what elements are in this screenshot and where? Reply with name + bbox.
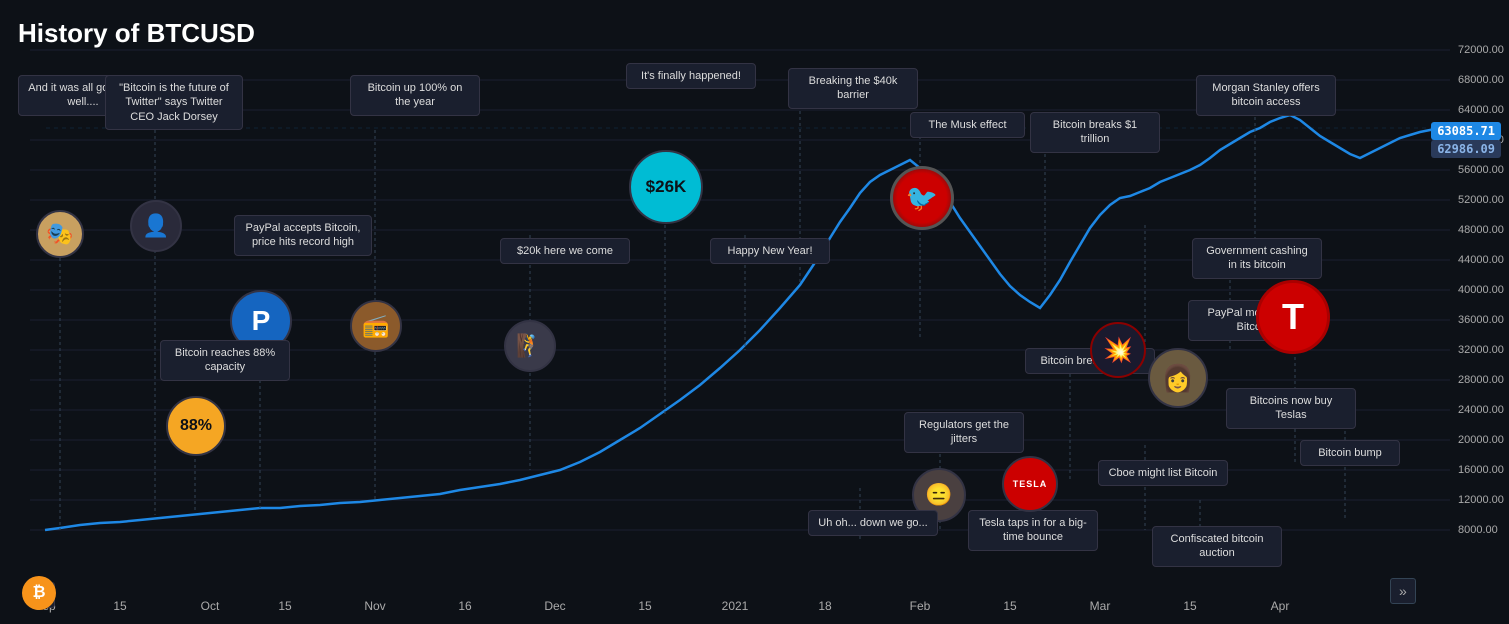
svg-text:48000.00: 48000.00: [1458, 224, 1504, 236]
annotation-circle-1: 🎭: [36, 210, 84, 258]
annotation-circle-gov: 👩: [1148, 348, 1208, 408]
current-price-label: 63085.71: [1431, 122, 1501, 140]
svg-text:15: 15: [638, 599, 652, 613]
svg-text:15: 15: [113, 599, 127, 613]
annotation-teslas: Bitcoins now buy Teslas: [1226, 388, 1356, 429]
svg-text:64000.00: 64000.00: [1458, 104, 1504, 116]
svg-text:40000.00: 40000.00: [1458, 284, 1504, 296]
annotation-paypal: PayPal accepts Bitcoin, price hits recor…: [234, 215, 372, 256]
chart-container: History of BTCUSD 72000.00 68000.00 6400…: [0, 0, 1509, 624]
annotation-confiscated: Confiscated bitcoin auction: [1152, 526, 1282, 567]
svg-text:52000.00: 52000.00: [1458, 194, 1504, 206]
svg-text:56000.00: 56000.00: [1458, 164, 1504, 176]
svg-text:72000.00: 72000.00: [1458, 44, 1504, 56]
svg-text:Mar: Mar: [1090, 599, 1111, 613]
annotation-circle-tesla2: T: [1256, 280, 1330, 354]
annotation-circle-climb: 🧗: [504, 320, 556, 372]
svg-text:8000.00: 8000.00: [1458, 524, 1498, 536]
svg-text:Feb: Feb: [910, 599, 931, 613]
svg-text:2021: 2021: [722, 599, 749, 613]
nav-forward-button[interactable]: »: [1390, 578, 1416, 604]
annotation-musk-effect: The Musk effect: [910, 112, 1025, 138]
annotation-88-capacity: Bitcoin reaches 88% capacity: [160, 340, 290, 381]
annotation-tesla-bounce: Tesla taps in for a big-time bounce: [968, 510, 1098, 551]
annotation-circle-tesla: TESLA: [1002, 456, 1058, 512]
annotation-finally: It's finally happened!: [626, 63, 756, 89]
svg-text:15: 15: [1003, 599, 1017, 613]
svg-text:15: 15: [1183, 599, 1197, 613]
annotation-bitcoin-100: Bitcoin up 100% on the year: [350, 75, 480, 116]
svg-text:18: 18: [818, 599, 832, 613]
annotation-government: Government cashing in its bitcoin: [1192, 238, 1322, 279]
annotation-40k: Breaking the $40k barrier: [788, 68, 918, 109]
annotation-circle-2: 👤: [130, 200, 182, 252]
annotation-happy-new-year: Happy New Year!: [710, 238, 830, 264]
annotation-circle-88: 88%: [166, 396, 226, 456]
annotation-circle-musk: 🐦: [890, 166, 954, 230]
svg-text:36000.00: 36000.00: [1458, 314, 1504, 326]
annotation-20k: $20k here we come: [500, 238, 630, 264]
svg-text:68000.00: 68000.00: [1458, 74, 1504, 86]
annotation-jack-dorsey: "Bitcoin is the future of Twitter" says …: [105, 75, 243, 130]
svg-text:Apr: Apr: [1271, 599, 1290, 613]
svg-text:12000.00: 12000.00: [1458, 494, 1504, 506]
annotation-1-trillion: Bitcoin breaks $1 trillion: [1030, 112, 1160, 153]
btc-logo-icon: ₿: [22, 576, 56, 610]
annotation-regulators: Regulators get the jitters: [904, 412, 1024, 453]
svg-text:16000.00: 16000.00: [1458, 464, 1504, 476]
prev-price-label: 62986.09: [1431, 140, 1501, 158]
svg-text:44000.00: 44000.00: [1458, 254, 1504, 266]
svg-text:24000.00: 24000.00: [1458, 404, 1504, 416]
annotation-morgan-stanley: Morgan Stanley offers bitcoin access: [1196, 75, 1336, 116]
annotation-cboe: Cboe might list Bitcoin: [1098, 460, 1228, 486]
annotation-circle-radio: 📻: [350, 300, 402, 352]
svg-text:Dec: Dec: [544, 599, 565, 613]
svg-text:15: 15: [278, 599, 292, 613]
svg-text:28000.00: 28000.00: [1458, 374, 1504, 386]
svg-text:Nov: Nov: [364, 599, 385, 613]
svg-text:16: 16: [458, 599, 472, 613]
annotation-bitcoin-bump: Bitcoin bump: [1300, 440, 1400, 466]
annotation-uh-oh: Uh oh... down we go...: [808, 510, 938, 536]
svg-text:20000.00: 20000.00: [1458, 434, 1504, 446]
annotation-circle-paypal2: 💥: [1090, 322, 1146, 378]
svg-text:Oct: Oct: [201, 599, 220, 613]
annotation-circle-26k: $26K: [629, 150, 703, 224]
svg-text:32000.00: 32000.00: [1458, 344, 1504, 356]
